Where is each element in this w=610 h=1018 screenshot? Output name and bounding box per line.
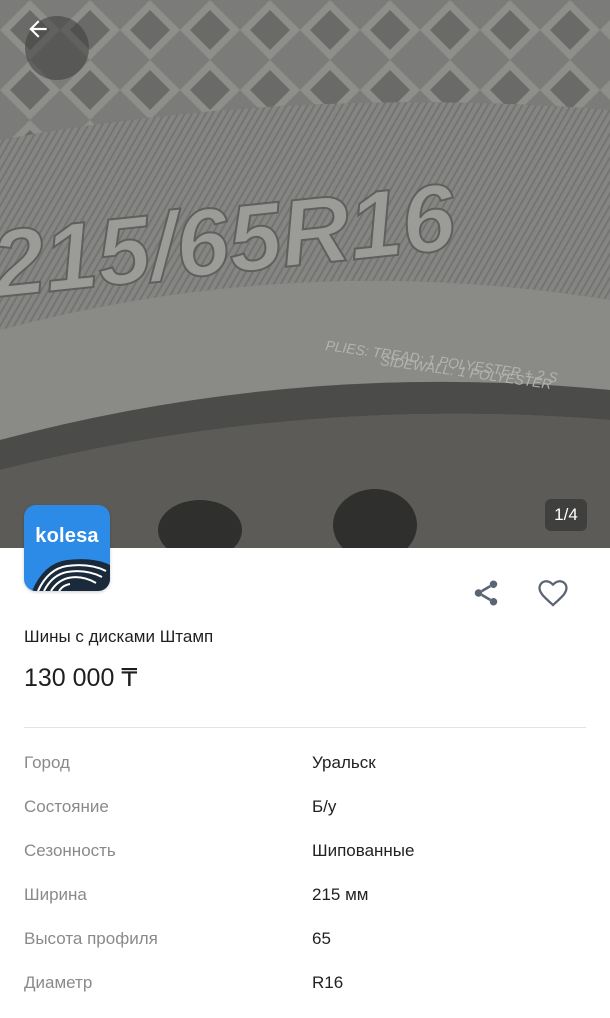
share-button[interactable] xyxy=(466,573,506,613)
spec-row-city: Город Уральск xyxy=(24,753,586,797)
listing-price: 130 000 ₸ xyxy=(24,664,138,692)
listing-photo[interactable]: 215/65R16 PLIES: TREAD: 1 POLYESTER + 2 … xyxy=(0,0,610,548)
spec-label: Город xyxy=(24,753,70,772)
spec-label: Диаметр xyxy=(24,973,93,992)
divider xyxy=(24,727,586,728)
spec-row-season: Сезонность Шипованные xyxy=(24,841,586,885)
spec-row-diameter: Диаметр R16 xyxy=(24,973,586,1017)
spec-row-profile-height: Высота профиля 65 xyxy=(24,929,586,973)
arrow-left-icon xyxy=(29,20,47,38)
spec-value: R16 xyxy=(312,973,344,992)
photo-counter: 1/4 xyxy=(545,499,587,531)
spec-value: Б/у xyxy=(312,797,337,816)
listing-title: Шины с дисками Штамп xyxy=(24,627,214,646)
spec-value: 65 xyxy=(312,929,331,948)
tire-photo-image: 215/65R16 PLIES: TREAD: 1 POLYESTER + 2 … xyxy=(0,0,610,548)
spec-value: Шипованные xyxy=(312,841,415,860)
spec-label: Сезонность xyxy=(24,841,116,860)
spec-row-width: Ширина 215 мм xyxy=(24,885,586,929)
spec-value: 215 мм xyxy=(312,885,369,904)
favorite-button[interactable] xyxy=(533,573,573,613)
spec-label: Ширина xyxy=(24,885,87,904)
spec-label: Высота профиля xyxy=(24,929,158,948)
share-icon xyxy=(474,580,498,606)
spec-value: Уральск xyxy=(312,753,376,772)
kolesa-logo: kolesa xyxy=(24,505,110,591)
spec-row-condition: Состояние Б/у xyxy=(24,797,586,841)
heart-icon xyxy=(538,580,568,607)
back-button[interactable] xyxy=(25,16,89,80)
tire-logo-icon xyxy=(32,559,110,591)
spec-label: Состояние xyxy=(24,797,109,816)
